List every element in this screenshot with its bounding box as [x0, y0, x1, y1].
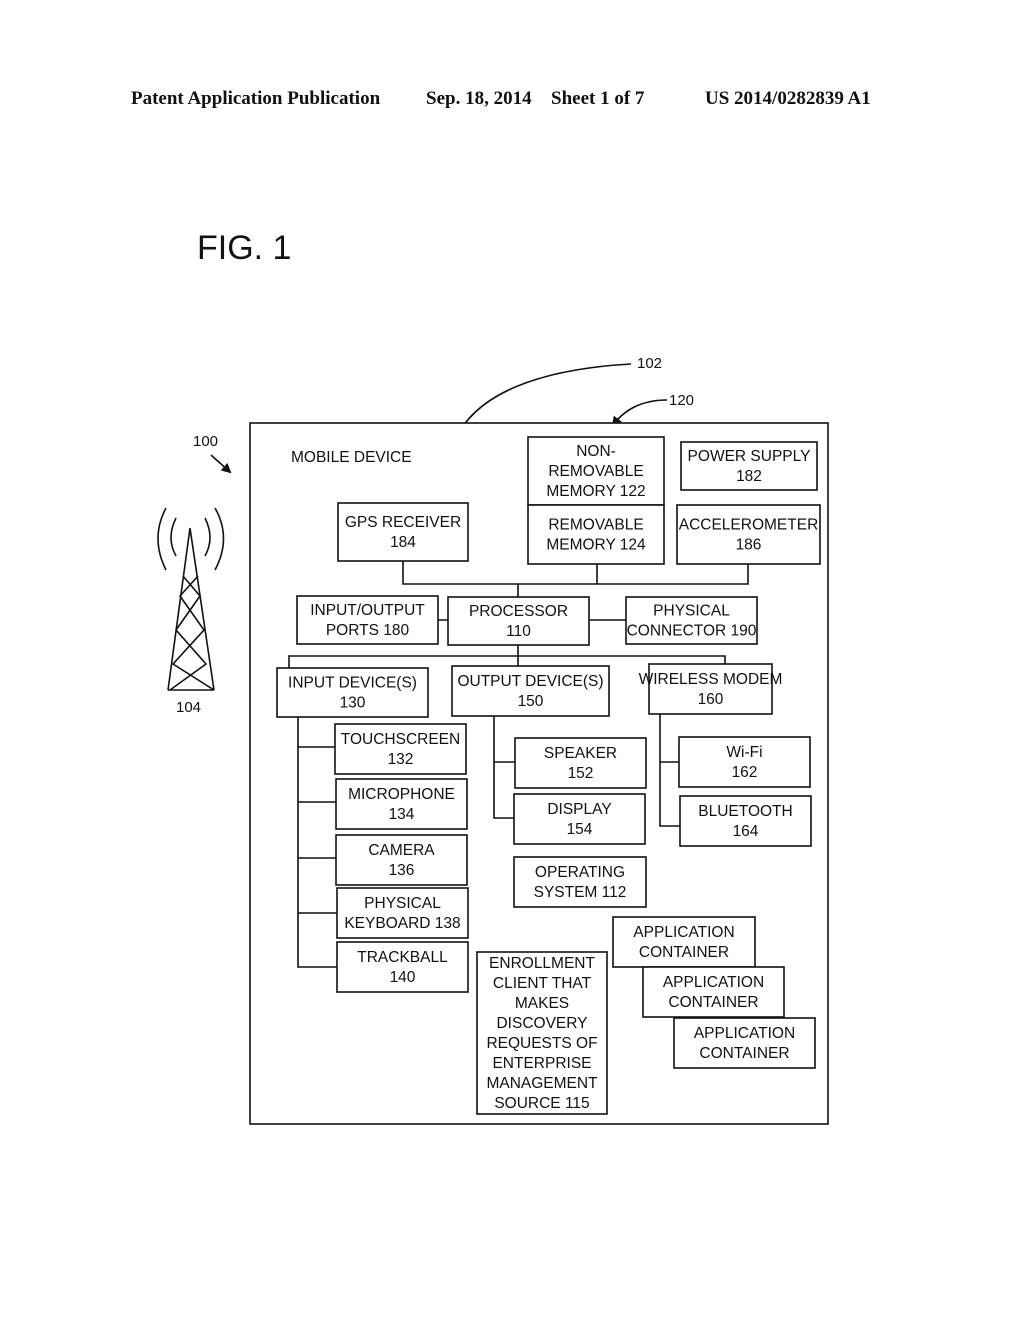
gps-receiver-box: GPS RECEIVER 184	[337, 502, 469, 562]
touchscreen-label: 132	[388, 751, 414, 768]
input-devices-label: 130	[340, 695, 366, 712]
trackball-label: TRACKBALL	[357, 949, 448, 966]
output-devices-box: OUTPUT DEVICE(S) 150	[451, 665, 610, 717]
operating-system-box: OPERATING SYSTEM 112	[513, 856, 647, 908]
accelerometer-label: 186	[736, 537, 762, 554]
ref-102: 102	[637, 355, 662, 372]
touchscreen-label: TOUCHSCREEN	[341, 731, 460, 748]
bluetooth-label: 164	[733, 823, 759, 840]
arrow-120	[611, 399, 668, 427]
figure-title: FIG. 1	[197, 229, 291, 267]
removable-memory-border	[527, 504, 665, 565]
block-diagram: FIG. 1 102 120 100 104 114 MOBILE DEVICE…	[157, 229, 829, 1125]
removable-memory-label: REMOVABLE	[548, 517, 643, 534]
app-container-3-label: CONTAINER	[699, 1045, 789, 1062]
display-label: 154	[567, 821, 593, 838]
physical-connector-label: PHYSICAL	[653, 603, 730, 620]
enrollment-client-label: MANAGEMENT	[486, 1075, 598, 1092]
trackball-label: 140	[390, 969, 416, 986]
output-devices-label: OUTPUT DEVICE(S)	[457, 673, 603, 690]
arrow-100	[210, 454, 232, 474]
touchscreen-box: TOUCHSCREEN 132	[334, 723, 467, 775]
enrollment-client-label: MAKES	[515, 995, 569, 1012]
app-container-1-label: CONTAINER	[639, 944, 729, 961]
ref-104: 104	[176, 699, 201, 716]
app-container-3-box: APPLICATION CONTAINER	[673, 1017, 816, 1069]
processor-label: 110	[506, 623, 531, 640]
bluetooth-box: BLUETOOTH 164	[679, 795, 812, 847]
gps-receiver-border	[337, 502, 469, 562]
non-removable-memory-label: REMOVABLE	[548, 463, 643, 480]
non-removable-memory-label: MEMORY 122	[546, 483, 645, 500]
enrollment-client-label: DISCOVERY	[496, 1015, 587, 1032]
enrollment-client-label: SOURCE 115	[494, 1095, 589, 1112]
processor-box: PROCESSOR 110	[447, 596, 590, 646]
wireless-modem-box: WIRELESS MODEM 160	[639, 663, 783, 715]
accelerometer-border	[676, 504, 821, 565]
power-supply-box: POWER SUPPLY 182	[680, 441, 818, 491]
io-ports-box: INPUT/OUTPUT PORTS 180	[296, 595, 439, 645]
physical-keyboard-box: PHYSICAL KEYBOARD 138	[336, 887, 469, 939]
app-container-2-label: APPLICATION	[663, 974, 764, 991]
microphone-box: MICROPHONE 134	[335, 778, 468, 830]
accelerometer-box: ACCELEROMETER 186	[676, 504, 821, 565]
bluetooth-label: BLUETOOTH	[698, 803, 792, 820]
speaker-label: 152	[568, 765, 594, 782]
app-container-2-box: APPLICATION CONTAINER	[642, 966, 785, 1018]
enrollment-client-label: ENROLLMENT	[489, 955, 595, 972]
display-box: DISPLAY 154	[513, 793, 646, 845]
wireless-modem-label: 160	[698, 691, 724, 708]
speaker-label: SPEAKER	[544, 745, 617, 762]
physical-keyboard-label: KEYBOARD 138	[344, 915, 460, 932]
physical-connector-label: CONNECTOR 190	[627, 623, 757, 640]
speaker-box: SPEAKER 152	[514, 737, 647, 789]
power-supply-label: 182	[736, 468, 762, 485]
app-container-3-label: APPLICATION	[694, 1025, 795, 1042]
microphone-label: 134	[389, 806, 415, 823]
removable-memory-box: REMOVABLE MEMORY 124	[527, 504, 665, 565]
processor-label: PROCESSOR	[469, 603, 568, 620]
camera-label: CAMERA	[368, 842, 435, 859]
io-ports-label: PORTS 180	[326, 622, 410, 639]
operating-system-label: OPERATING	[535, 864, 625, 881]
ref-100: 100	[193, 433, 218, 450]
mobile-device-label: MOBILE DEVICE	[291, 449, 412, 466]
app-container-1-label: APPLICATION	[633, 924, 734, 941]
enrollment-client-box: ENROLLMENT CLIENT THAT MAKES DISCOVERY REQUE…	[476, 951, 608, 1115]
output-devices-label: 150	[518, 693, 544, 710]
input-devices-label: INPUT DEVICE(S)	[288, 675, 417, 692]
wifi-label: Wi-Fi	[726, 744, 762, 761]
physical-connector-box: PHYSICAL CONNECTOR 190	[625, 596, 758, 645]
trackball-box: TRACKBALL 140	[336, 941, 469, 993]
removable-memory-label: MEMORY 124	[546, 537, 646, 554]
enrollment-client-label: REQUESTS OF	[486, 1035, 597, 1052]
non-removable-memory-box: NON- REMOVABLE MEMORY 122	[527, 436, 665, 506]
wireless-modem-label: WIRELESS MODEM	[639, 671, 783, 688]
cell-tower-icon	[157, 507, 225, 691]
wifi-label: 162	[732, 764, 758, 781]
display-label: DISPLAY	[547, 801, 611, 818]
microphone-label: MICROPHONE	[348, 786, 455, 803]
wifi-box: Wi-Fi 162	[678, 736, 811, 788]
gps-receiver-label: 184	[390, 534, 416, 551]
enrollment-client-label: ENTERPRISE	[492, 1055, 591, 1072]
operating-system-label: SYSTEM 112	[534, 884, 627, 901]
app-container-2-label: CONTAINER	[668, 994, 758, 1011]
camera-label: 136	[389, 862, 415, 879]
power-supply-label: POWER SUPPLY	[688, 448, 811, 465]
io-ports-label: INPUT/OUTPUT	[310, 602, 425, 619]
app-container-1-box: APPLICATION CONTAINER	[612, 916, 756, 968]
enrollment-client-label: CLIENT THAT	[493, 975, 592, 992]
physical-keyboard-label: PHYSICAL	[364, 895, 441, 912]
gps-receiver-label: GPS RECEIVER	[345, 514, 461, 531]
non-removable-memory-label: NON-	[576, 443, 616, 460]
camera-box: CAMERA 136	[335, 834, 468, 886]
accelerometer-label: ACCELEROMETER	[679, 517, 819, 534]
input-devices-box: INPUT DEVICE(S) 130	[276, 667, 429, 718]
ref-120: 120	[669, 392, 694, 409]
